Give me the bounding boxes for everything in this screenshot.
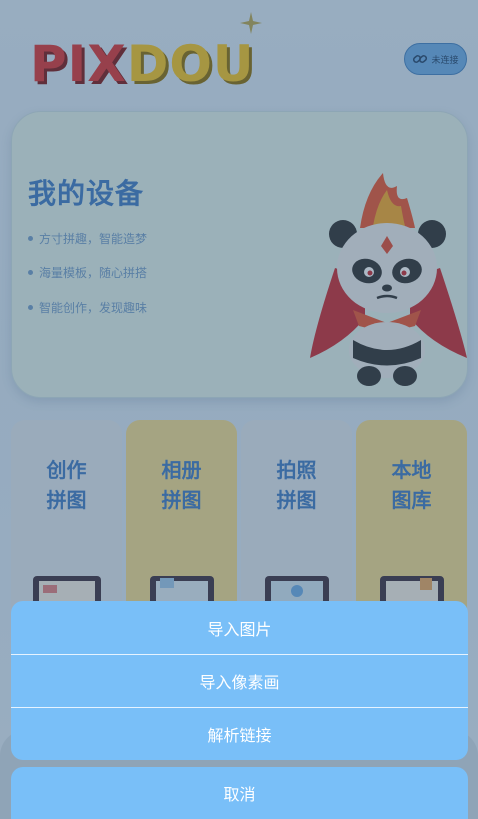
- import-action-sheet: 导入图片 导入像素画 解析链接: [11, 601, 468, 760]
- parse-link-option[interactable]: 解析链接: [11, 707, 468, 760]
- cancel-button[interactable]: 取消: [11, 767, 468, 819]
- import-image-option[interactable]: 导入图片: [11, 601, 468, 654]
- import-pixel-art-option[interactable]: 导入像素画: [11, 654, 468, 707]
